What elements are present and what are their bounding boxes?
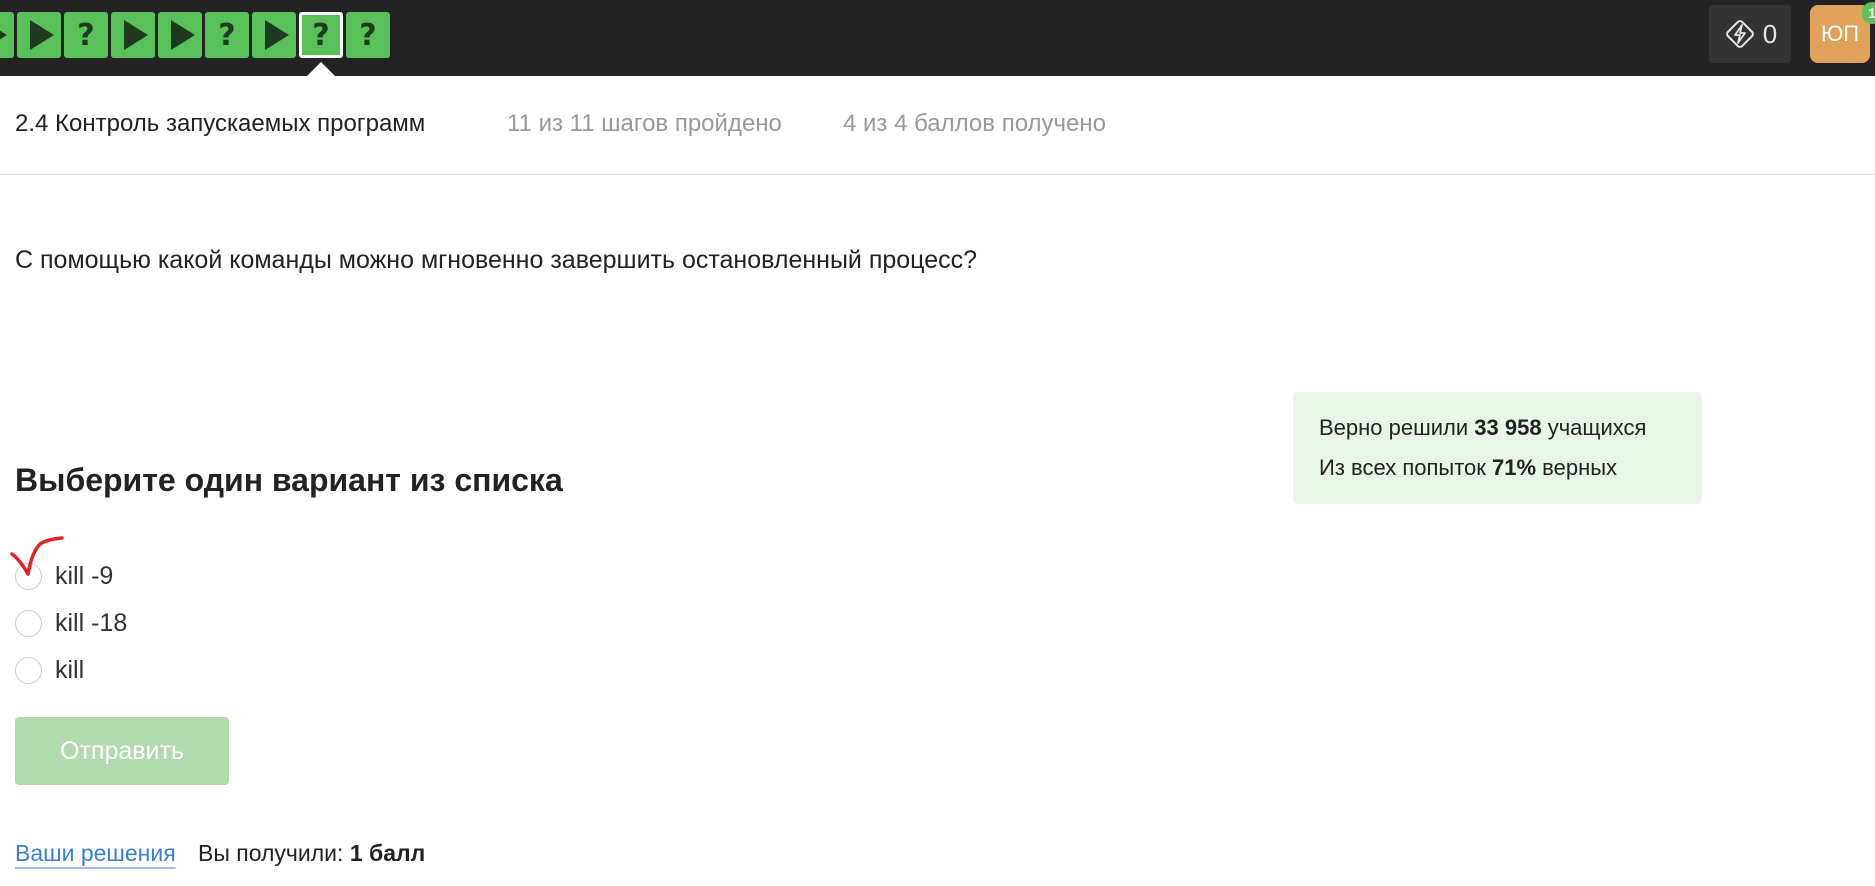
attempts-percent: 71% xyxy=(1492,455,1537,480)
step-quiz[interactable]: ? xyxy=(64,12,108,58)
avatar-initials: ЮП xyxy=(1820,21,1860,46)
step-video[interactable] xyxy=(252,12,296,58)
stats-attempts: Из всех попыток 71% верных xyxy=(1319,455,1618,480)
step-quiz[interactable]: ? xyxy=(346,12,390,58)
choose-title: Выберите один вариант из списка xyxy=(15,462,563,498)
stats-solved: Верно решили 33 958 учащихся xyxy=(1319,415,1647,440)
lesson-score: 4 из 4 баллов получено xyxy=(843,110,1106,137)
play-icon xyxy=(171,20,195,50)
lesson-header: 2.4 Контроль запускаемых программ 11 из … xyxy=(0,76,1875,175)
step-video[interactable] xyxy=(0,12,14,58)
question-text: С помощью какой команды можно мгновенно … xyxy=(15,246,978,274)
radio-button[interactable] xyxy=(15,609,42,637)
submit-button[interactable]: Отправить xyxy=(15,717,229,785)
top-navigation-bar: ? ? ? ? 0 ЮП 1 xyxy=(0,0,1875,76)
step-video[interactable] xyxy=(158,12,202,58)
question-mark-icon: ? xyxy=(312,17,330,53)
notification-badge[interactable]: 1 xyxy=(1862,2,1875,24)
energy-count: 0 xyxy=(1762,18,1778,49)
active-step-pointer xyxy=(307,62,335,76)
lesson-progress: 11 из 11 шагов пройдено xyxy=(507,110,782,137)
option-kill[interactable]: kill xyxy=(15,655,84,685)
step-video[interactable] xyxy=(111,12,155,58)
lightning-icon xyxy=(1725,20,1754,48)
result-text: Вы получили: 1 балл xyxy=(198,840,426,866)
option-label[interactable]: kill -18 xyxy=(55,609,127,638)
handwritten-check-mark-icon xyxy=(10,536,64,576)
question-mark-icon: ? xyxy=(218,17,236,53)
play-icon xyxy=(30,20,54,50)
option-kill-18[interactable]: kill -18 xyxy=(15,608,127,638)
play-icon xyxy=(124,20,148,50)
your-solutions-link[interactable]: Ваши решения xyxy=(15,840,176,867)
question-mark-icon: ? xyxy=(359,17,377,53)
step-quiz-active[interactable]: ? xyxy=(299,12,343,58)
step-quiz[interactable]: ? xyxy=(205,12,249,58)
play-icon xyxy=(0,20,7,50)
stats-box: Верно решили 33 958 учащихся Из всех поп… xyxy=(1293,392,1702,504)
energy-counter[interactable]: 0 xyxy=(1709,5,1791,63)
lesson-title[interactable]: 2.4 Контроль запускаемых программ xyxy=(15,110,425,138)
radio-button[interactable] xyxy=(15,656,42,684)
user-avatar[interactable]: ЮП xyxy=(1810,5,1870,63)
solved-count: 33 958 xyxy=(1474,415,1542,440)
step-video[interactable] xyxy=(17,12,61,58)
question-mark-icon: ? xyxy=(77,17,95,53)
result-value: 1 балл xyxy=(349,840,426,866)
option-label[interactable]: kill xyxy=(55,656,84,685)
play-icon xyxy=(265,20,289,50)
